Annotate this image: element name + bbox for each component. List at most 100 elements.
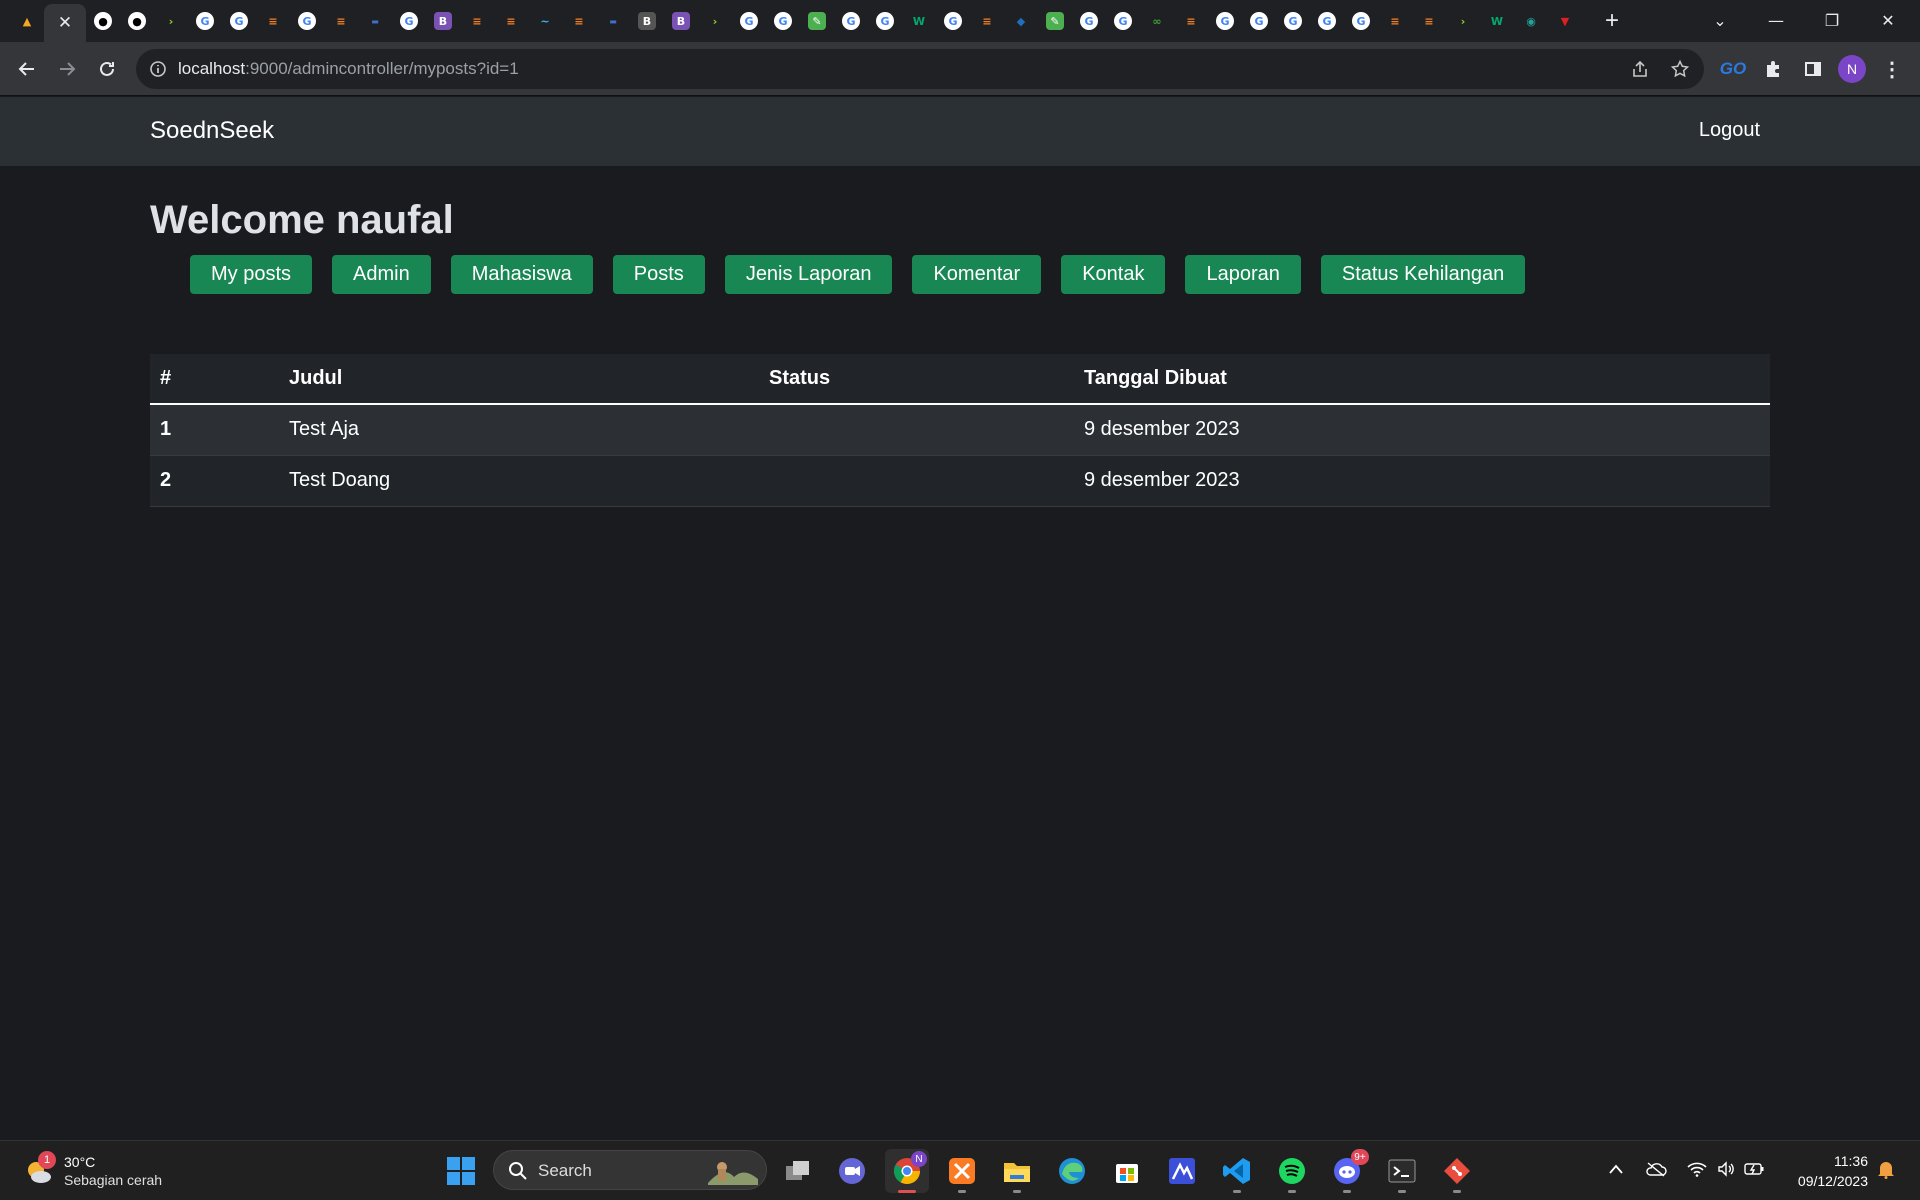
star-icon[interactable] [1670,59,1690,79]
mahasiswa-button[interactable]: Mahasiswa [450,255,593,294]
admin-button[interactable]: Admin [332,255,431,294]
weather-widget[interactable]: 1 30°C Sebagian cerah [20,1151,180,1193]
brand-logo-text[interactable]: SoednSeek [150,117,274,145]
teams-chat-app[interactable] [830,1149,874,1193]
tab-search-button[interactable]: ⌄ [1692,0,1748,40]
logout-link[interactable]: Logout [1699,119,1760,142]
visual-studio-app[interactable] [1160,1149,1204,1193]
tab[interactable]: G [190,5,220,37]
tab[interactable]: W [1482,5,1512,37]
tab[interactable]: ≡ [1414,5,1444,37]
new-tab-button[interactable]: + [1598,6,1626,36]
volume-tray[interactable] [1712,1155,1740,1183]
kontak-button[interactable]: Kontak [1061,255,1166,294]
tab[interactable]: G [870,5,900,37]
go-extension-icon[interactable]: GO [1716,52,1750,86]
tab[interactable]: ≡ [462,5,492,37]
tab[interactable]: › [700,5,730,37]
wifi-tray[interactable] [1683,1155,1711,1183]
status-kehilangan-button[interactable]: Status Kehilangan [1320,255,1526,294]
tab[interactable]: ≡ [326,5,356,37]
tab[interactable]: G [1244,5,1274,37]
tab[interactable]: G [394,5,424,37]
tab[interactable]: G [1278,5,1308,37]
taskbar-search[interactable]: Search [493,1150,767,1190]
xampp-app[interactable] [940,1149,984,1193]
tab[interactable]: ✎ [1040,5,1070,37]
tab-close-icon[interactable]: ✕ [58,13,72,33]
jenis-laporan-button[interactable]: Jenis Laporan [724,255,893,294]
restore-button[interactable]: ❐ [1804,0,1860,40]
share-icon[interactable] [1630,59,1650,79]
tab[interactable]: G [768,5,798,37]
chrome-app[interactable]: N [885,1149,929,1193]
tab[interactable]: ◉ [1516,5,1546,37]
reload-button[interactable] [90,52,124,86]
tab[interactable]: ≡ [1380,5,1410,37]
laporan-button[interactable]: Laporan [1185,255,1301,294]
tab[interactable]: › [156,5,186,37]
tab[interactable]: › [1448,5,1478,37]
info-icon[interactable] [148,59,168,79]
vscode-app[interactable] [1215,1149,1259,1193]
side-panel-icon[interactable] [1796,52,1830,86]
task-view-button[interactable] [776,1149,820,1193]
start-button[interactable] [439,1149,483,1193]
extensions-icon[interactable] [1756,52,1790,86]
close-window-button[interactable]: ✕ [1860,0,1916,40]
back-button[interactable] [10,52,44,86]
tab[interactable]: G [836,5,866,37]
tab[interactable]: G [734,5,764,37]
tab[interactable]: G [1210,5,1240,37]
tab[interactable]: G [1074,5,1104,37]
discord-app[interactable]: 9+ [1325,1149,1369,1193]
tab[interactable]: G [938,5,968,37]
tab[interactable]: ~ [530,5,560,37]
tab[interactable]: B [632,5,662,37]
tab[interactable]: ≡ [972,5,1002,37]
microsoft-store-app[interactable] [1105,1149,1149,1193]
tab[interactable]: ◆ [1006,5,1036,37]
taskbar-clock[interactable]: 11:36 09/12/2023 [1798,1151,1868,1191]
notifications-button[interactable] [1872,1155,1900,1183]
spotify-app[interactable] [1270,1149,1314,1193]
tab[interactable]: W [904,5,934,37]
tab[interactable]: ≡ [258,5,288,37]
my-posts-button[interactable]: My posts [190,255,313,294]
tab[interactable]: G [1108,5,1138,37]
weather-badge: 1 [38,1151,56,1169]
git-app[interactable] [1435,1149,1479,1193]
tab[interactable]: ▬ [360,5,390,37]
tab[interactable]: B [428,5,458,37]
forward-button[interactable] [50,52,84,86]
tab[interactable]: ≡ [1176,5,1206,37]
posts-button[interactable]: Posts [612,255,705,294]
file-explorer-app[interactable] [995,1149,1039,1193]
tab[interactable]: ▲ [12,5,42,37]
profile-avatar[interactable]: N [1838,55,1866,83]
address-bar[interactable]: localhost:9000/admincontroller/myposts?i… [136,49,1704,89]
onedrive-tray[interactable] [1642,1155,1670,1183]
show-hidden-icons-button[interactable] [1602,1155,1630,1183]
tab[interactable]: ● [88,5,118,37]
tab[interactable]: G [1346,5,1376,37]
tab[interactable]: ● [122,5,152,37]
terminal-app[interactable] [1380,1149,1424,1193]
tab[interactable]: ∞ [1142,5,1172,37]
url-text[interactable]: localhost:9000/admincontroller/myposts?i… [178,59,519,79]
minimize-button[interactable]: — [1748,0,1804,40]
tab[interactable]: G [1312,5,1342,37]
komentar-button[interactable]: Komentar [912,255,1042,294]
battery-tray[interactable] [1740,1155,1768,1183]
tab[interactable]: G [224,5,254,37]
edge-app[interactable] [1050,1149,1094,1193]
tab[interactable]: ▼ [1550,5,1580,37]
active-tab[interactable]: ✕ [44,4,86,42]
tab[interactable]: G [292,5,322,37]
tab[interactable]: B [666,5,696,37]
menu-icon[interactable]: ⋮ [1875,52,1909,86]
tab[interactable]: ≡ [564,5,594,37]
tab[interactable]: ▬ [598,5,628,37]
tab[interactable]: ≡ [496,5,526,37]
tab[interactable]: ✎ [802,5,832,37]
